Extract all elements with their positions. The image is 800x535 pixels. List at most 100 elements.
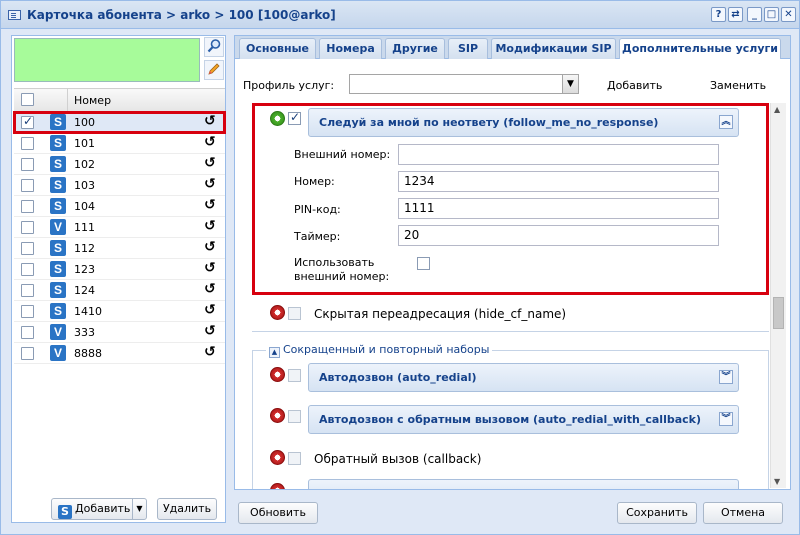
number-row[interactable]: V 333 ↺ (14, 322, 225, 343)
history-icon[interactable]: ↺ (204, 239, 216, 255)
refresh-button[interactable]: Обновить (238, 502, 318, 524)
tab-sip-modifications[interactable]: Модификации SIP (491, 38, 616, 59)
close-icon[interactable]: ✕ (781, 7, 796, 22)
add-number-button[interactable]: S Добавить ▼ (51, 498, 147, 520)
tab-other[interactable]: Другие (385, 38, 445, 59)
color-preview (14, 38, 200, 82)
power-off-icon[interactable] (270, 408, 285, 423)
number-row[interactable]: S 1410 ↺ (14, 301, 225, 322)
number-row[interactable]: S 102 ↺ (14, 154, 225, 175)
number-row[interactable]: S 124 ↺ (14, 280, 225, 301)
row-number: 102 (74, 158, 95, 171)
auto-redial-callback-checkbox[interactable] (288, 410, 301, 423)
row-checkbox[interactable] (21, 221, 34, 234)
sip-type-icon: S (50, 156, 66, 172)
expand-icon[interactable]: ︾ (719, 370, 733, 384)
number-row[interactable]: S 123 ↺ (14, 259, 225, 280)
sip-type-icon: S (50, 114, 66, 130)
row-number: 101 (74, 137, 95, 150)
power-off-icon[interactable] (270, 450, 285, 465)
row-checkbox[interactable] (21, 114, 34, 129)
expand-icon[interactable]: ︾ (719, 412, 733, 426)
save-button[interactable]: Сохранить (617, 502, 697, 524)
history-icon[interactable]: ↺ (204, 155, 216, 171)
history-icon[interactable]: ↺ (204, 176, 216, 192)
row-number: 1410 (74, 305, 102, 318)
collapse-icon[interactable]: ▲ (269, 347, 280, 358)
number-row[interactable]: V 111 ↺ (14, 217, 225, 238)
history-icon[interactable]: ↺ (204, 218, 216, 234)
select-all-checkbox[interactable] (21, 93, 34, 106)
row-number: 103 (74, 179, 95, 192)
column-number-header[interactable]: Номер (74, 94, 111, 107)
row-number: 104 (74, 200, 95, 213)
number-row[interactable]: S 104 ↺ (14, 196, 225, 217)
title-bar[interactable]: Карточка абонента > arko > 100 [100@arko… (1, 1, 799, 29)
power-off-icon[interactable] (270, 305, 285, 320)
vertical-scrollbar[interactable]: ▲ ▼ (770, 103, 786, 488)
hide-cf-checkbox[interactable] (288, 307, 301, 320)
search-icon[interactable] (204, 37, 224, 57)
hide-cf-service-label: Скрытая переадресация (hide_cf_name) (314, 307, 567, 321)
history-icon[interactable]: ↺ (204, 302, 216, 318)
maximize-icon[interactable]: □ (764, 7, 779, 22)
auto-redial-checkbox[interactable] (288, 369, 301, 382)
add-dropdown-arrow[interactable]: ▼ (132, 499, 146, 519)
cancel-button[interactable]: Отмена (703, 502, 783, 524)
help-icon[interactable]: ? (711, 7, 726, 22)
next-service-header[interactable] (308, 479, 739, 489)
redial-fieldset-legend[interactable]: ▲ Сокращенный и повторный наборы (266, 343, 493, 358)
number-row[interactable]: S 100 ↺ (13, 111, 226, 134)
edit-icon[interactable] (204, 60, 224, 80)
profile-add-button[interactable]: Добавить (607, 79, 662, 92)
row-checkbox[interactable] (21, 137, 34, 150)
history-icon[interactable]: ↺ (204, 281, 216, 297)
row-checkbox[interactable] (21, 242, 34, 255)
scroll-thumb[interactable] (773, 297, 784, 329)
number-row[interactable]: S 101 ↺ (14, 133, 225, 154)
service-profile-select[interactable]: ▼ (349, 74, 579, 94)
number-row[interactable]: V 8888 ↺ (14, 343, 225, 364)
tab-main[interactable]: Основные (239, 38, 316, 59)
row-checkbox[interactable] (21, 284, 34, 297)
tab-numbers[interactable]: Номера (319, 38, 382, 59)
sip-type-icon: S (50, 261, 66, 277)
callback-checkbox[interactable] (288, 452, 301, 465)
scroll-up-icon[interactable]: ▲ (774, 105, 780, 114)
window-title: Карточка абонента > arko > 100 [100@arko… (27, 8, 336, 22)
numbers-panel: Номер S 100 ↺ S 101 ↺ S 102 ↺ S 103 ↺ S 104 ↺ V 111 ↺ S 112… (11, 35, 226, 523)
minimize-icon[interactable]: _ (747, 7, 762, 22)
number-row[interactable]: S 103 ↺ (14, 175, 225, 196)
row-checkbox[interactable] (21, 200, 34, 213)
sip-type-icon: S (50, 177, 66, 193)
row-checkbox[interactable] (21, 326, 34, 339)
history-icon[interactable]: ↺ (204, 323, 216, 339)
history-icon[interactable]: ↺ (204, 344, 216, 360)
delete-number-button[interactable]: Удалить (157, 498, 217, 520)
row-checkbox[interactable] (21, 179, 34, 192)
row-number: 100 (74, 116, 95, 129)
auto-redial-callback-header[interactable]: Автодозвон с обратным вызовом (auto_redi… (308, 405, 739, 434)
chevron-down-icon[interactable]: ▼ (562, 75, 578, 93)
scroll-down-icon[interactable]: ▼ (774, 477, 780, 486)
tab-additional-services[interactable]: Дополнительные услуги (619, 38, 781, 60)
profile-replace-button[interactable]: Заменить (710, 79, 766, 92)
tab-strip: Основные Номера Другие SIP Модификации S… (234, 35, 791, 60)
auto-redial-header[interactable]: Автодозвон (auto_redial) ︾ (308, 363, 739, 392)
history-icon[interactable]: ↺ (204, 113, 216, 129)
refresh-icon[interactable]: ⇄ (728, 7, 743, 22)
row-checkbox[interactable] (21, 347, 34, 360)
callback-service-label: Обратный вызов (callback) (314, 452, 482, 466)
history-icon[interactable]: ↺ (204, 260, 216, 276)
history-icon[interactable]: ↺ (204, 134, 216, 150)
history-icon[interactable]: ↺ (204, 197, 216, 213)
virtual-type-icon: V (50, 219, 66, 235)
row-checkbox[interactable] (21, 305, 34, 318)
row-number: 124 (74, 284, 95, 297)
row-checkbox[interactable] (21, 263, 34, 276)
row-checkbox[interactable] (21, 158, 34, 171)
number-row[interactable]: S 112 ↺ (14, 238, 225, 259)
power-off-icon[interactable] (270, 367, 285, 382)
tab-sip[interactable]: SIP (448, 38, 488, 59)
window-icon (8, 10, 21, 20)
